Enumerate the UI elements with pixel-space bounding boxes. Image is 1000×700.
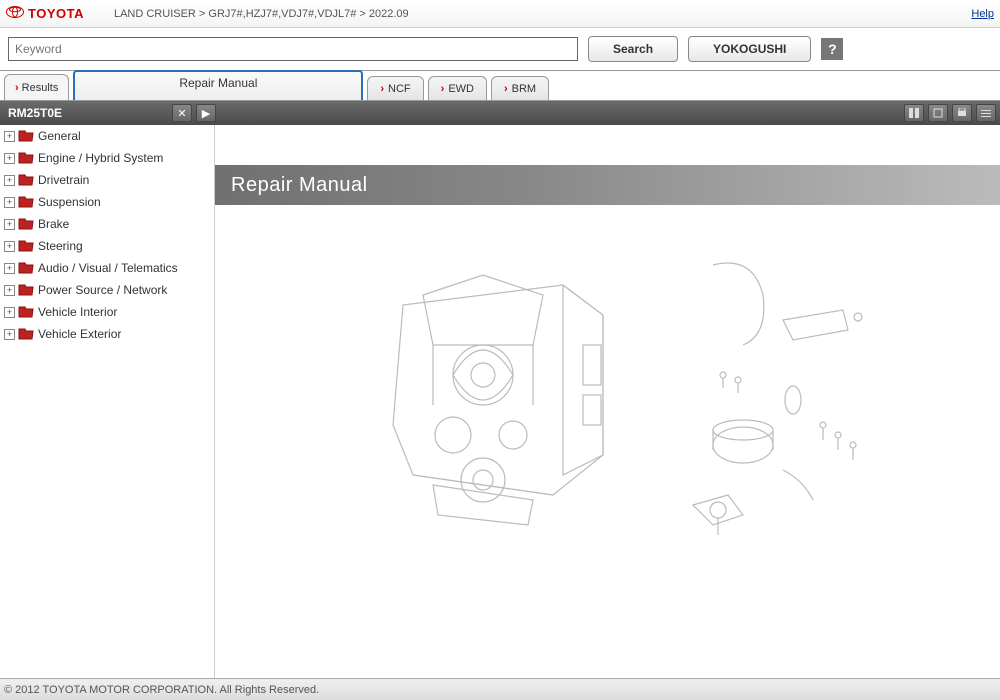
- print-button[interactable]: [952, 104, 972, 122]
- tree-label: Vehicle Interior: [38, 305, 117, 319]
- expand-icon[interactable]: +: [4, 329, 15, 340]
- tab-row: › Results Repair Manual › NCF › EWD › BR…: [0, 71, 1000, 101]
- view-single-button[interactable]: [928, 104, 948, 122]
- tree-label: Suspension: [38, 195, 101, 209]
- expand-icon[interactable]: +: [4, 197, 15, 208]
- copyright: © 2012 TOYOTA MOTOR CORPORATION. All Rig…: [4, 684, 319, 696]
- expand-icon[interactable]: +: [4, 175, 15, 186]
- help-link[interactable]: Help: [971, 8, 994, 20]
- tab-label: Repair Manual: [179, 76, 257, 90]
- tree-label: General: [38, 129, 81, 143]
- toyota-logo-icon: [6, 6, 24, 21]
- chevron-right-icon: ›: [441, 83, 445, 95]
- help-icon[interactable]: ?: [821, 38, 843, 60]
- tab-brm[interactable]: › BRM: [491, 76, 549, 100]
- settings-button[interactable]: [976, 104, 996, 122]
- book-icon: [18, 284, 34, 296]
- chevron-right-icon: ›: [504, 83, 508, 95]
- close-button[interactable]: ✕: [172, 104, 192, 122]
- keyword-input[interactable]: [8, 37, 578, 61]
- play-button[interactable]: ▶: [196, 104, 216, 122]
- body-area: + General + Engine / Hybrid System + Dri…: [0, 125, 1000, 695]
- sidebar: + General + Engine / Hybrid System + Dri…: [0, 125, 215, 695]
- tree-item-engine[interactable]: + Engine / Hybrid System: [0, 147, 214, 169]
- expand-icon[interactable]: +: [4, 263, 15, 274]
- tree-label: Audio / Visual / Telematics: [38, 261, 178, 275]
- book-icon: [18, 174, 34, 186]
- breadcrumb: LAND CRUISER > GRJ7#,HZJ7#,VDJ7#,VDJL7# …: [114, 8, 409, 20]
- expand-icon[interactable]: +: [4, 219, 15, 230]
- tab-ewd[interactable]: › EWD: [428, 76, 487, 100]
- tree-item-exterior[interactable]: + Vehicle Exterior: [0, 323, 214, 345]
- header: TOYOTA LAND CRUISER > GRJ7#,HZJ7#,VDJ7#,…: [0, 0, 1000, 28]
- tree-item-steering[interactable]: + Steering: [0, 235, 214, 257]
- brand-text: TOYOTA: [28, 6, 84, 21]
- toolbar-right: [900, 104, 996, 122]
- expand-icon[interactable]: +: [4, 285, 15, 296]
- expand-icon[interactable]: +: [4, 131, 15, 142]
- tree-label: Drivetrain: [38, 173, 89, 187]
- tab-results[interactable]: › Results: [4, 74, 69, 100]
- book-icon: [18, 240, 34, 252]
- expand-icon[interactable]: +: [4, 241, 15, 252]
- tree-label: Engine / Hybrid System: [38, 151, 163, 165]
- book-icon: [18, 306, 34, 318]
- chevron-right-icon: ›: [15, 82, 19, 94]
- tab-label: NCF: [388, 83, 411, 95]
- tree-label: Steering: [38, 239, 83, 253]
- engine-diagram: [215, 225, 1000, 545]
- book-icon: [18, 218, 34, 230]
- yokogushi-button[interactable]: YOKOGUSHI: [688, 36, 811, 62]
- tree-label: Vehicle Exterior: [38, 327, 121, 341]
- search-bar: Search YOKOGUSHI ?: [0, 28, 1000, 71]
- tree-item-power[interactable]: + Power Source / Network: [0, 279, 214, 301]
- tree-item-general[interactable]: + General: [0, 125, 214, 147]
- tree-item-suspension[interactable]: + Suspension: [0, 191, 214, 213]
- book-icon: [18, 328, 34, 340]
- expand-icon[interactable]: +: [4, 153, 15, 164]
- tree-label: Brake: [38, 217, 69, 231]
- content-area: Repair Manual: [215, 125, 1000, 695]
- tree-item-audio[interactable]: + Audio / Visual / Telematics: [0, 257, 214, 279]
- search-button[interactable]: Search: [588, 36, 678, 62]
- footer: © 2012 TOYOTA MOTOR CORPORATION. All Rig…: [0, 678, 1000, 700]
- tab-label: Results: [22, 82, 59, 94]
- tree-item-brake[interactable]: + Brake: [0, 213, 214, 235]
- tree-item-interior[interactable]: + Vehicle Interior: [0, 301, 214, 323]
- expand-icon[interactable]: +: [4, 307, 15, 318]
- book-icon: [18, 262, 34, 274]
- book-icon: [18, 196, 34, 208]
- view-grid-button[interactable]: [904, 104, 924, 122]
- chevron-right-icon: ›: [380, 83, 384, 95]
- doc-id: RM25T0E: [8, 106, 62, 120]
- brand-logo: TOYOTA: [6, 6, 84, 21]
- tab-repair-manual[interactable]: Repair Manual: [73, 70, 363, 100]
- book-icon: [18, 130, 34, 142]
- tree-item-drivetrain[interactable]: + Drivetrain: [0, 169, 214, 191]
- book-icon: [18, 152, 34, 164]
- tree-label: Power Source / Network: [38, 283, 167, 297]
- tab-label: EWD: [448, 83, 474, 95]
- doc-toolbar: RM25T0E ✕ ▶: [0, 101, 1000, 125]
- content-title-banner: Repair Manual: [215, 165, 1000, 205]
- tab-label: BRM: [512, 83, 536, 95]
- content-title: Repair Manual: [231, 174, 368, 197]
- tab-ncf[interactable]: › NCF: [367, 76, 423, 100]
